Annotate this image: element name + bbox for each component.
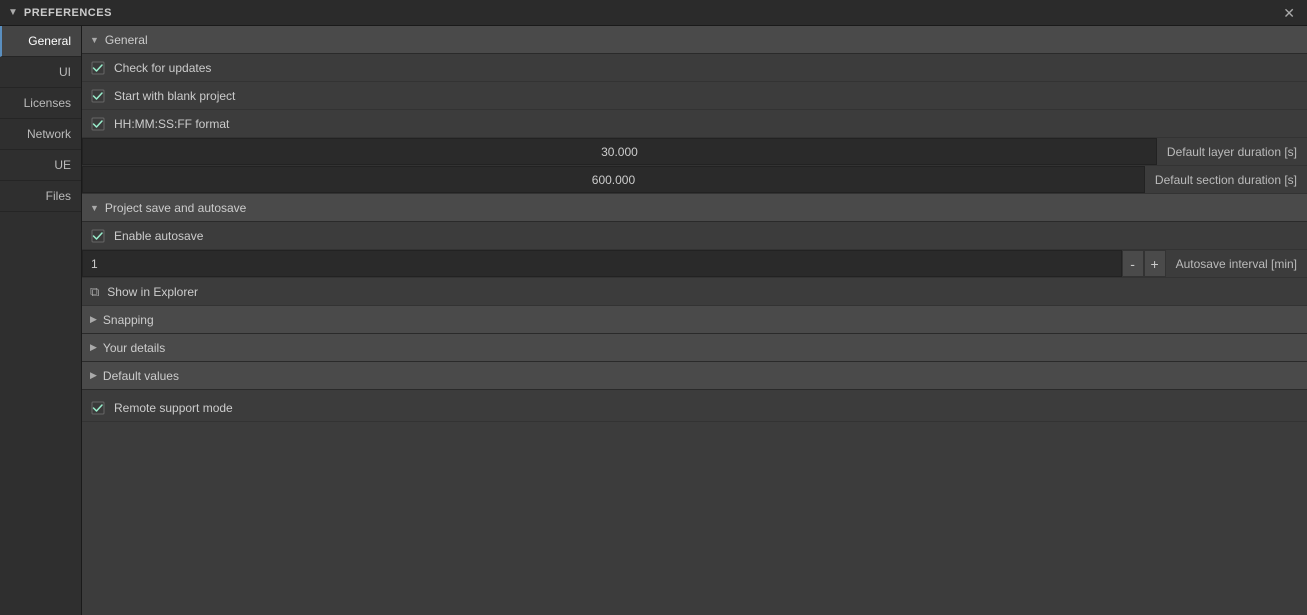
check-updates-icon[interactable] [90,60,106,76]
sidebar-item-licenses[interactable]: Licenses [0,88,81,119]
general-triangle: ▼ [90,35,99,45]
default-values-title: Default values [103,369,179,383]
hhmm-label: HH:MM:SS:FF format [114,117,229,131]
general-section-title: General [105,33,148,47]
check-updates-row: Check for updates [82,54,1307,82]
snapping-title: Snapping [103,313,154,327]
content-area: ▼ General Check for updates Start with b… [82,26,1307,615]
remote-support-icon[interactable] [90,400,106,416]
autosave-icon[interactable] [90,228,106,244]
your-details-triangle: ▶ [90,342,97,353]
hhmm-icon[interactable] [90,116,106,132]
sidebar-item-ui[interactable]: UI [0,57,81,88]
explorer-row[interactable]: ⧉ Show in Explorer [82,278,1307,306]
project-save-triangle: ▼ [90,203,99,213]
default-values-section-header[interactable]: ▶ Default values [82,362,1307,390]
sidebar-item-ue[interactable]: UE [0,150,81,181]
section-duration-label: Default section duration [s] [1145,173,1307,187]
autosave-interval-row: - + Autosave interval [min] [82,250,1307,278]
project-save-title: Project save and autosave [105,201,246,215]
remote-support-row: Remote support mode [82,394,1307,422]
check-updates-label: Check for updates [114,61,211,75]
main-layout: General UI Licenses Network UE Files ▼ G… [0,26,1307,615]
your-details-section-header[interactable]: ▶ Your details [82,334,1307,362]
autosave-plus-button[interactable]: + [1144,250,1166,277]
remote-support-label: Remote support mode [114,401,233,415]
blank-project-label: Start with blank project [114,89,235,103]
explorer-icon: ⧉ [90,284,99,300]
project-save-section-header[interactable]: ▼ Project save and autosave [82,194,1307,222]
autosave-interval-input[interactable] [82,250,1122,277]
default-values-triangle: ▶ [90,370,97,381]
layer-duration-label: Default layer duration [s] [1157,145,1307,159]
title-triangle: ▼ [8,7,18,18]
autosave-minus-button[interactable]: - [1122,250,1144,277]
autosave-label: Enable autosave [114,229,203,243]
title-bar: ▼ PREFERENCES ✕ [0,0,1307,26]
close-button[interactable]: ✕ [1279,4,1299,22]
section-duration-input[interactable] [82,166,1145,193]
sidebar-item-network[interactable]: Network [0,119,81,150]
autosave-interval-label: Autosave interval [min] [1166,257,1307,271]
sidebar-item-general[interactable]: General [0,26,81,57]
layer-duration-input[interactable] [82,138,1157,165]
blank-project-row: Start with blank project [82,82,1307,110]
sidebar: General UI Licenses Network UE Files [0,26,82,615]
explorer-label: Show in Explorer [107,285,198,299]
sidebar-item-files[interactable]: Files [0,181,81,212]
snapping-triangle: ▶ [90,314,97,325]
section-duration-row: Default section duration [s] [82,166,1307,194]
blank-project-icon[interactable] [90,88,106,104]
hhmm-row: HH:MM:SS:FF format [82,110,1307,138]
your-details-title: Your details [103,341,165,355]
autosave-row: Enable autosave [82,222,1307,250]
general-section-header[interactable]: ▼ General [82,26,1307,54]
layer-duration-row: Default layer duration [s] [82,138,1307,166]
title-text: PREFERENCES [24,7,112,19]
snapping-section-header[interactable]: ▶ Snapping [82,306,1307,334]
